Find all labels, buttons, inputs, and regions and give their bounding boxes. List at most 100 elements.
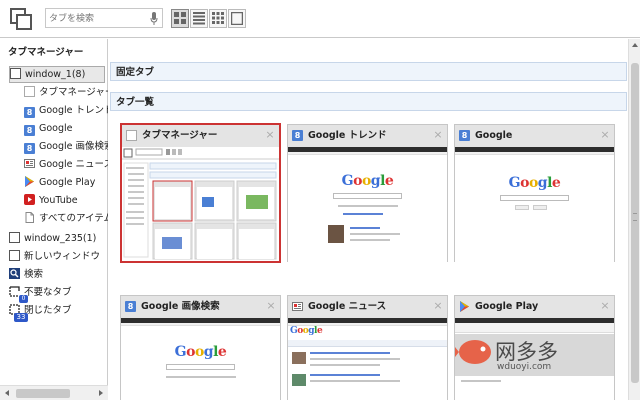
scrollbar-thumb[interactable] [16, 389, 70, 398]
text-line [350, 233, 400, 235]
news-image-preview [292, 352, 306, 364]
text-line [310, 358, 400, 360]
search-box[interactable] [45, 8, 163, 28]
google-icon: 8 [24, 107, 35, 118]
scroll-up-icon[interactable] [632, 43, 638, 47]
tab-manager-app: タブマネージャー window_1(8) タブマネージャー 8Google トレ… [0, 0, 640, 400]
search-button-preview [515, 205, 529, 210]
google-icon: 8 [125, 301, 136, 312]
tab-thumbnail: Google [288, 147, 447, 263]
sidebar: タブマネージャー window_1(8) タブマネージャー 8 Google トレ… [0, 39, 108, 400]
headline-line [310, 374, 380, 376]
link-line [343, 213, 383, 215]
tab-thumbnail [122, 147, 279, 261]
text-line [338, 205, 398, 207]
news-icon [292, 302, 303, 311]
toolbar [0, 0, 640, 38]
checkbox-icon[interactable] [9, 232, 20, 243]
scrollbar-thumb[interactable] [631, 63, 639, 383]
single-window-icon [231, 12, 243, 25]
sidebar-item-google-images[interactable]: 8 Google 画像検索 [24, 138, 108, 155]
watermark-subtext: wduoyi.com [497, 362, 552, 372]
search-input[interactable] [49, 11, 144, 26]
portrait-preview [328, 225, 344, 243]
large-grid-icon [174, 12, 186, 24]
small-grid-icon [212, 12, 224, 24]
page-sub-bar [455, 152, 614, 155]
close-tab-icon[interactable]: × [266, 300, 276, 311]
sidebar-item-new-window[interactable]: 新しいウィンドウ [9, 248, 105, 265]
small-grid-view-button[interactable] [209, 9, 227, 28]
google-icon: 8 [24, 143, 35, 154]
tab-card-google-images[interactable]: 8 Google 画像検索 × Google [120, 295, 281, 400]
tab-card-header: 8 Google トレンド [288, 125, 447, 147]
sidebar-item-window-1[interactable]: window_1(8) [9, 66, 105, 83]
close-tab-icon[interactable]: × [433, 129, 443, 140]
sidebar-item-search[interactable]: 検索 [9, 266, 105, 283]
sidebar-item-tab-manager[interactable]: タブマネージャー [24, 84, 108, 101]
search-icon [9, 268, 20, 279]
news-tab-strip [288, 340, 447, 347]
scroll-right-icon[interactable] [99, 390, 103, 396]
sidebar-item-youtube[interactable]: YouTube [24, 192, 108, 209]
lucky-button-preview [533, 205, 547, 210]
pinned-tabs-header[interactable]: 固定タブ [110, 62, 627, 81]
news-image-preview [292, 374, 306, 386]
sidebar-item-google-trends[interactable]: 8 Google トレンド [24, 102, 108, 119]
sidebar-item-google-play[interactable]: Google Play [24, 174, 108, 191]
sidebar-item-google-news[interactable]: Google ニュース [24, 156, 108, 173]
main-panel: 固定タブ タブ一覧 タブマネージャー × 8 Google トレンド × Goo… [110, 39, 628, 400]
large-grid-view-button[interactable] [171, 9, 189, 28]
tab-thumbnail: Google [455, 147, 614, 263]
checkbox-icon[interactable] [10, 68, 21, 79]
page-sub-bar [288, 152, 447, 155]
blank-page-icon [126, 130, 137, 141]
tab-card-header: 8 Google [455, 125, 614, 147]
sidebar-item-all-items[interactable]: すべてのアイテム [24, 210, 108, 227]
play-icon [25, 176, 34, 187]
page-sub-bar [121, 323, 280, 326]
search-field-preview [165, 364, 236, 370]
sidebar-horizontal-scrollbar[interactable] [0, 385, 108, 400]
tab-card-header: Google Play [455, 296, 614, 318]
search-field-preview [499, 195, 570, 201]
checkbox-icon[interactable] [9, 250, 20, 261]
tab-card-tab-manager[interactable]: タブマネージャー × [120, 123, 281, 263]
main-vertical-scrollbar[interactable] [628, 39, 640, 400]
google-icon: 8 [292, 130, 303, 141]
list-icon [193, 12, 205, 25]
microphone-icon[interactable] [150, 12, 158, 25]
sidebar-item-window-235[interactable]: window_235(1) [9, 230, 105, 247]
google-logo: Google [508, 175, 561, 191]
tab-thumbnail: Google [288, 318, 447, 400]
single-view-button[interactable] [228, 9, 246, 28]
google-logo: Google [174, 344, 227, 360]
tab-card-header: タブマネージャー [122, 125, 279, 147]
headline-line [310, 352, 390, 354]
tab-card-google[interactable]: 8 Google × Google [454, 124, 615, 263]
tab-list-header[interactable]: タブ一覧 [110, 92, 627, 111]
google-icon: 8 [24, 125, 35, 136]
text-line [461, 380, 501, 382]
tab-card-header: 8 Google 画像検索 [121, 296, 280, 318]
close-tab-icon[interactable]: × [265, 129, 275, 140]
sidebar-item-google[interactable]: 8 Google [24, 120, 108, 137]
link-line [350, 227, 380, 229]
document-icon [25, 212, 34, 223]
sidebar-title: タブマネージャー [8, 47, 84, 58]
close-tab-icon[interactable]: × [433, 300, 443, 311]
text-line [310, 380, 400, 382]
play-icon [460, 301, 469, 312]
close-tab-icon[interactable]: × [600, 300, 610, 311]
tab-card-google-trends[interactable]: 8 Google トレンド × Google [287, 124, 448, 263]
list-view-button[interactable] [190, 9, 208, 28]
google-logo: Google [341, 173, 394, 189]
close-tab-icon[interactable]: × [600, 129, 610, 140]
scroll-left-icon[interactable] [5, 390, 9, 396]
watermark: 网多多 wduoyi.com [455, 330, 605, 380]
tab-card-google-news[interactable]: Google ニュース × Google [287, 295, 448, 400]
fish-logo-icon [455, 340, 491, 364]
youtube-icon [24, 194, 35, 205]
google-icon: 8 [459, 130, 470, 141]
app-logo-icon[interactable] [10, 8, 32, 30]
